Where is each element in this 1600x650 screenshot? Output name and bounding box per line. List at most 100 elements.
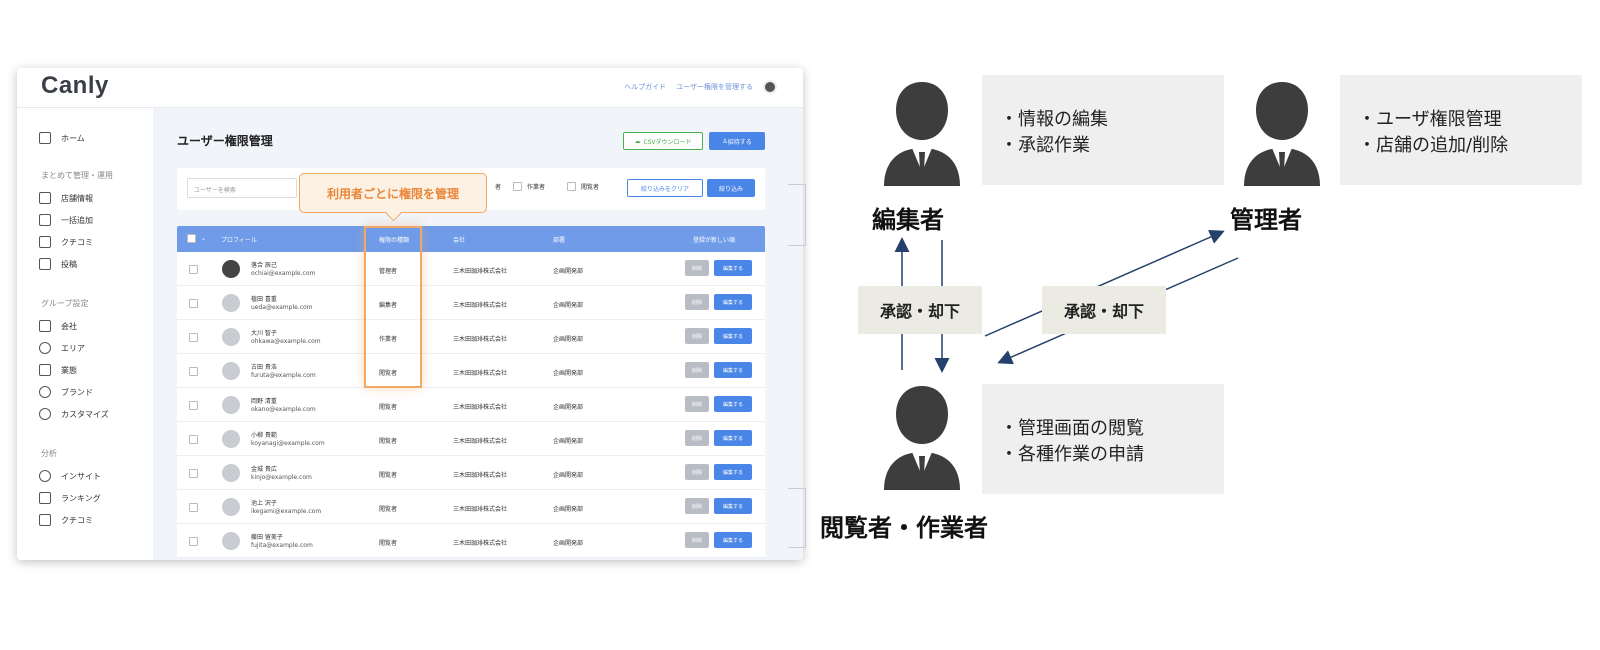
delete-button[interactable]: 削除 [685,464,709,480]
sidebar-item-home[interactable]: ホーム [39,132,85,144]
table-body: 落合 辰己 ochiai@example.com 管理者 三木田珈琲株式会社 企画開発部… [177,252,765,558]
clear-filter-button[interactable]: 絞り込みをクリア [627,179,703,197]
user-dept: 企画開発部 [553,404,584,411]
edit-button[interactable]: 編集する [714,260,752,276]
user-company: 三木田珈琲株式会社 [453,302,508,309]
delete-button[interactable]: 削除 [685,498,709,514]
bracket-line [788,184,806,246]
bulk-add-icon [39,214,51,226]
row-checkbox[interactable] [189,537,198,546]
help-guide-link[interactable]: ヘルプガイド [624,82,666,92]
user-email: ueda@example.com [251,304,313,311]
checkbox[interactable] [567,182,576,191]
chat-icon [39,236,51,248]
app-logo: Canly [41,72,109,99]
edit-button[interactable]: 編集する [714,464,752,480]
user-name: 池上 沢子 [251,500,277,507]
user-email: ochiai@example.com [251,270,316,277]
duty-item: ・各種作業の申請 [1000,444,1144,465]
user-dept: 企画開発部 [553,472,584,479]
csv-download-button[interactable]: ☁ CSVダウンロード [623,132,703,150]
delete-button[interactable]: 削除 [685,328,709,344]
filter-role-worker[interactable]: 作業者 [513,182,545,191]
avatar [222,294,240,312]
viewer-person-icon [884,386,960,490]
edit-button[interactable]: 編集する [714,294,752,310]
duty-item: ・承認作業 [1000,135,1090,156]
edit-button[interactable]: 編集する [714,328,752,344]
filter-button[interactable]: 絞り込み [707,179,755,197]
sidebar-item-area[interactable]: エリア [39,342,85,354]
search-input[interactable]: ユーザーを検索 [187,178,297,198]
filter-role-editor[interactable]: 者 [495,182,501,191]
row-checkbox[interactable] [189,469,198,478]
filter-role-viewer[interactable]: 閲覧者 [567,182,599,191]
row-checkbox[interactable] [189,435,198,444]
avatar [222,532,240,550]
user-role: 閲覧者 [379,506,398,513]
row-checkbox[interactable] [189,333,198,342]
invite-button[interactable]: ♙ 招待する [709,132,765,150]
row-checkbox[interactable] [189,299,198,308]
user-company: 三木田珈琲株式会社 [453,506,508,513]
row-checkbox[interactable] [189,503,198,512]
sidebar-item-reviews-2[interactable]: クチコミ [39,514,93,526]
sidebar-item-store[interactable]: 店舗情報 [39,192,93,204]
edit-icon [39,258,51,270]
user-role: 閲覧者 [379,404,398,411]
manage-users-link[interactable]: ユーザー権限を管理する [676,82,753,92]
sidebar-item-business[interactable]: 業態 [39,364,77,376]
admin-duties-box: ・ユーザ権限管理 ・店舗の追加/削除 [1340,75,1582,185]
sidebar-item-company[interactable]: 会社 [39,320,77,332]
delete-button[interactable]: 削除 [685,532,709,548]
user-role: 閲覧者 [379,540,398,547]
top-links: ヘルプガイド ユーザー権限を管理する [624,80,777,94]
user-email: okano@example.com [251,406,316,413]
user-dept: 企画開発部 [553,336,584,343]
sidebar-item-brand[interactable]: ブランド [39,386,93,398]
edit-button[interactable]: 編集する [714,498,752,514]
delete-button[interactable]: 削除 [685,362,709,378]
sidebar-heading: 分析 [41,449,57,458]
sidebar-item-insight[interactable]: インサイト [39,470,101,482]
user-company: 三木田珈琲株式会社 [453,540,508,547]
sidebar-item-posts[interactable]: 投稿 [39,258,77,270]
sidebar-item-bulk-add[interactable]: 一括追加 [39,214,93,226]
bracket-line [788,488,806,548]
user-email: kinjo@example.com [251,474,312,481]
sort-dropdown[interactable]: 登録が新しい順 [693,235,735,244]
user-name: 古田 貴浩 [251,364,277,371]
row-checkbox[interactable] [189,265,198,274]
sidebar-item-reviews[interactable]: クチコミ [39,236,93,248]
approve-reject-label-2: 承認・却下 [1042,286,1166,334]
duty-item: ・ユーザ権限管理 [1358,109,1502,130]
delete-button[interactable]: 削除 [685,294,709,310]
sidebar-item-ranking[interactable]: ランキング [39,492,101,504]
delete-button[interactable]: 削除 [685,430,709,446]
edit-button[interactable]: 編集する [714,430,752,446]
delete-button[interactable]: 削除 [685,260,709,276]
sidebar-item-customize[interactable]: カスタマイズ [39,408,109,420]
select-all-checkbox[interactable] [187,234,196,243]
user-role: 閲覧者 [379,438,398,445]
edit-button[interactable]: 編集する [714,362,752,378]
approve-reject-label-1: 承認・却下 [858,286,982,334]
delete-button[interactable]: 削除 [685,396,709,412]
user-company: 三木田珈琲株式会社 [453,438,508,445]
duty-item: ・管理画面の閲覧 [1000,418,1144,439]
avatar[interactable] [763,80,777,94]
home-icon [39,132,51,144]
row-checkbox[interactable] [189,367,198,376]
row-checkbox[interactable] [189,401,198,410]
users-table: ⌄ プロフィール 権限の種類 会社 部署 登録が新しい順 落合 辰己 ochiai… [177,226,765,558]
edit-button[interactable]: 編集する [714,532,752,548]
col-company: 会社 [453,237,466,244]
chat-icon [39,514,51,526]
table-row: 池上 沢子 ikegami@example.com 閲覧者 三木田珈琲株式会社 企画開発… [177,490,765,524]
user-email: fujita@example.com [251,542,313,549]
chevron-down-icon[interactable]: ⌄ [201,235,206,242]
user-name: 金城 貴広 [251,466,277,473]
table-row: 植田 喜重 ueda@example.com 編集者 三木田珈琲株式会社 企画開発部 削除… [177,286,765,320]
edit-button[interactable]: 編集する [714,396,752,412]
checkbox[interactable] [513,182,522,191]
